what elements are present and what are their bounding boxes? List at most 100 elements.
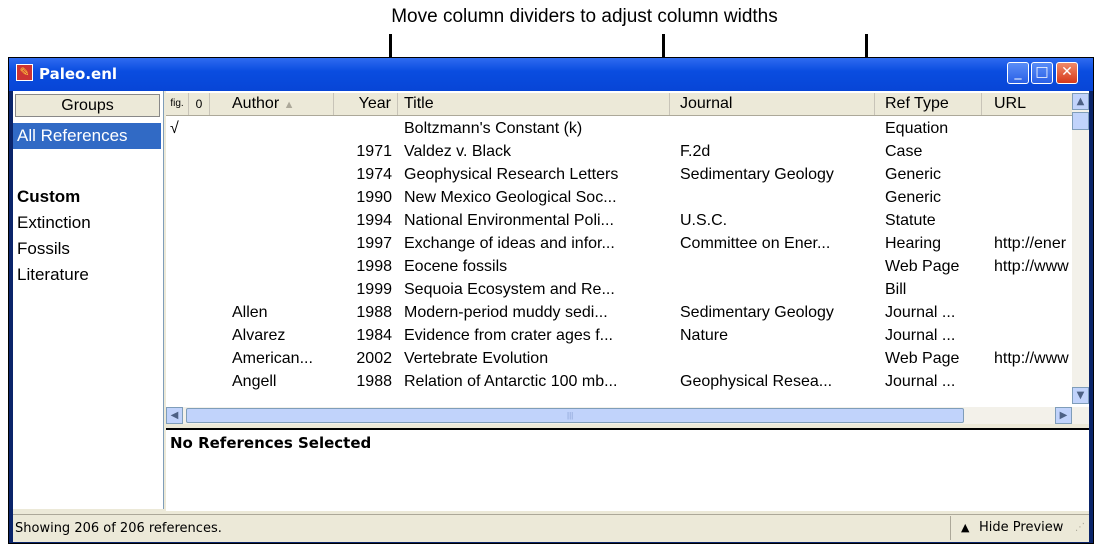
group-custom-header: Custom <box>17 187 81 206</box>
scroll-up-icon[interactable]: ▲ <box>1072 93 1089 110</box>
table-row[interactable]: Angell 1988 Relation of Antarctic 100 mb..… <box>166 370 1072 394</box>
table-row[interactable]: Allen 1988 Modern-period muddy sedi... Sedi… <box>166 301 1072 325</box>
cell-journal: Geophysical Resea... <box>680 373 833 390</box>
cell-title: Relation of Antarctic 100 mb... <box>404 373 618 390</box>
endnote-app-icon[interactable]: ✎ <box>16 64 33 81</box>
cell-title: Vertebrate Evolution <box>404 350 549 367</box>
table-row[interactable]: 1990 New Mexico Geological Soc... Generic <box>166 186 1072 210</box>
hide-preview-label: Hide Preview <box>979 520 1064 535</box>
column-title[interactable]: Title <box>398 93 670 115</box>
cell-title: Modern-period muddy sedi... <box>404 304 608 321</box>
cell-journal: U.S.C. <box>680 212 728 229</box>
vertical-scroll-thumb[interactable] <box>1072 112 1089 130</box>
table-row[interactable]: 1971 Valdez v. Black F.2d Case <box>166 140 1072 164</box>
title-header-label: Title <box>404 95 434 112</box>
maximize-button[interactable]: □ <box>1031 62 1053 84</box>
cell-title: Eocene fossils <box>404 258 508 275</box>
table-row[interactable]: American... 2002 Vertebrate Evolution Web P… <box>166 347 1072 371</box>
cell-year: 1984 <box>356 327 392 344</box>
cell-url: http://ener <box>994 235 1067 252</box>
cell-title: National Environmental Poli... <box>404 212 614 229</box>
cell-reftype: Journal ... <box>885 304 956 321</box>
reference-list: fig. 0 Author ▲ Year Title Journal Ref T… <box>166 91 1089 424</box>
journal-header-label: Journal <box>680 95 733 112</box>
cell-author: Allen <box>232 304 268 321</box>
cell-reftype: Generic <box>885 166 942 183</box>
cell-reftype: Case <box>885 143 923 160</box>
cell-title: Exchange of ideas and infor... <box>404 235 615 252</box>
paperclip-icon: 0 <box>195 97 203 111</box>
table-row[interactable]: 1999 Sequoia Ecosystem and Re... Bill <box>166 278 1072 302</box>
cell-title: Valdez v. Black <box>404 143 512 160</box>
reftype-header-label: Ref Type <box>885 95 949 112</box>
column-year[interactable]: Year <box>334 93 398 115</box>
close-button[interactable]: ✕ <box>1056 62 1078 84</box>
cell-title: Evidence from crater ages f... <box>404 327 613 344</box>
cell-title: Sequoia Ecosystem and Re... <box>404 281 615 298</box>
cell-journal: Sedimentary Geology <box>680 166 834 183</box>
scroll-left-icon[interactable]: ◀ <box>166 407 183 424</box>
table-row[interactable]: Alvarez 1984 Evidence from crater ages f..… <box>166 324 1072 348</box>
column-attachment[interactable]: 0 <box>189 93 210 115</box>
groups-pane: Groups All References Custom Extinction … <box>13 91 164 509</box>
group-literature[interactable]: Literature <box>13 262 161 288</box>
cell-check: √ <box>170 120 179 137</box>
column-author[interactable]: Author ▲ <box>210 93 334 115</box>
callout-text: Move column dividers to adjust column wi… <box>391 6 778 27</box>
cell-year: 2002 <box>356 350 392 367</box>
cell-year: 1988 <box>356 304 392 321</box>
vertical-scrollbar[interactable]: ▲ ▼ <box>1072 93 1089 404</box>
column-journal[interactable]: Journal <box>670 93 875 115</box>
window-client: Groups All References Custom Extinction … <box>13 91 1089 542</box>
title-bar[interactable]: ✎ Paleo.enl _ □ ✕ <box>9 58 1093 91</box>
url-header-label: URL <box>994 95 1027 112</box>
cell-title: Geophysical Research Letters <box>404 166 619 183</box>
preview-pane[interactable]: No References Selected <box>166 428 1089 511</box>
cell-reftype: Hearing <box>885 235 942 252</box>
cell-journal: Nature <box>680 327 729 344</box>
column-header-row: fig. 0 Author ▲ Year Title Journal Ref T… <box>166 93 1072 116</box>
scroll-grip-icon: ||| <box>567 411 574 420</box>
hide-preview-button[interactable]: ▲ Hide Preview <box>950 516 1084 540</box>
author-header-label: Author <box>232 95 280 112</box>
group-all-references[interactable]: All References <box>13 123 161 149</box>
cell-author: Alvarez <box>232 327 286 344</box>
scroll-down-icon[interactable]: ▼ <box>1072 387 1089 404</box>
cell-url: http://www <box>994 258 1069 275</box>
column-reftype[interactable]: Ref Type <box>875 93 982 115</box>
cell-url: http://www <box>994 350 1069 367</box>
cell-year: 1999 <box>356 281 392 298</box>
column-url[interactable]: URL <box>982 93 1072 115</box>
groups-header[interactable]: Groups <box>15 94 160 117</box>
cell-author: American... <box>232 350 313 367</box>
cell-year: 1998 <box>356 258 392 275</box>
table-row[interactable]: 1998 Eocene fossils Web Page http://www <box>166 255 1072 279</box>
group-fossils[interactable]: Fossils <box>13 236 161 262</box>
cell-year: 1974 <box>356 166 392 183</box>
cell-reftype: Web Page <box>885 258 960 275</box>
horizontal-scroll-thumb[interactable]: ||| <box>186 408 964 423</box>
status-bar: Showing 206 of 206 references. ▲ Hide Pr… <box>13 514 1089 542</box>
table-row[interactable]: 1997 Exchange of ideas and infor... Commit… <box>166 232 1072 256</box>
cell-title: New Mexico Geological Soc... <box>404 189 617 206</box>
cell-year: 1971 <box>356 143 392 160</box>
column-divider-callout: Move column dividers to adjust column wi… <box>0 6 1101 28</box>
year-header-label: Year <box>358 95 391 112</box>
cell-year: 1997 <box>356 235 392 252</box>
group-extinction[interactable]: Extinction <box>13 210 161 236</box>
cell-journal: Committee on Ener... <box>680 235 831 252</box>
cell-year: 1990 <box>356 189 392 206</box>
scroll-right-icon[interactable]: ▶ <box>1055 407 1072 424</box>
cell-reftype: Journal ... <box>885 373 956 390</box>
minimize-button[interactable]: _ <box>1007 62 1029 84</box>
cell-year: 1994 <box>356 212 392 229</box>
table-row[interactable]: 1994 National Environmental Poli... U.S.C.… <box>166 209 1072 233</box>
status-reference-count: Showing 206 of 206 references. <box>15 521 222 536</box>
table-row[interactable]: 1974 Geophysical Research Letters Sediment… <box>166 163 1072 187</box>
figure-icon: fig. <box>170 98 184 109</box>
hide-preview-icon: ▲ <box>961 521 970 534</box>
column-figure[interactable]: fig. <box>166 93 189 115</box>
resize-grip-icon[interactable]: ⋰ <box>1075 516 1085 540</box>
horizontal-scrollbar[interactable]: ◀ ||| ▶ <box>166 407 1089 424</box>
table-row[interactable]: √ Boltzmann's Constant (k) Equation <box>166 117 1072 141</box>
